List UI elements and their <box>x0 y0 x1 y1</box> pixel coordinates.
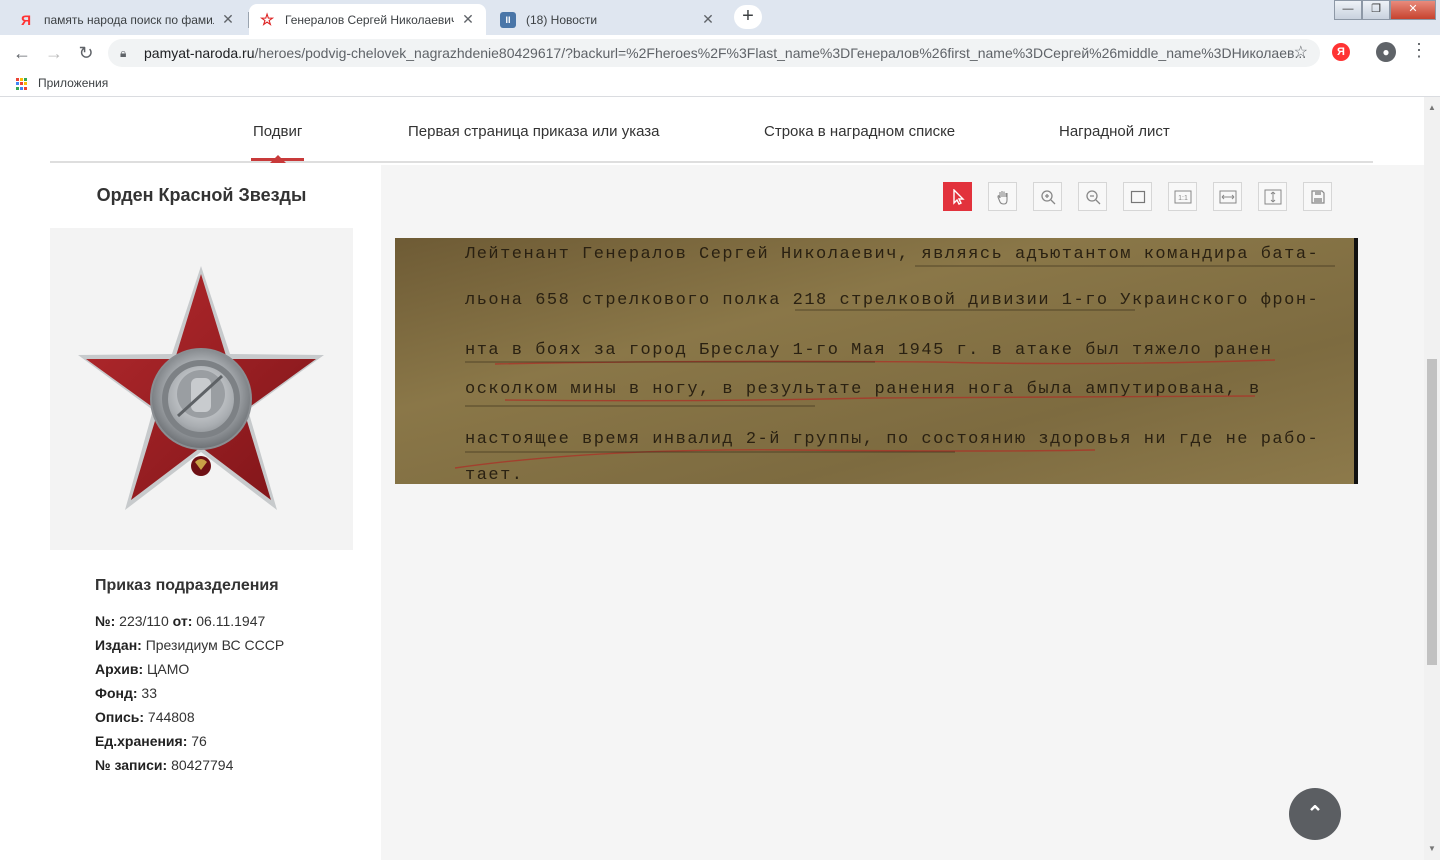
lock-icon: 🔒︎ <box>120 46 127 60</box>
profile-avatar-icon[interactable]: ● <box>1376 42 1396 62</box>
apps-grid-icon[interactable] <box>16 78 28 90</box>
tab-strip: Я память народа поиск по фамил ✕ ☆ Генер… <box>0 0 1440 35</box>
back-arrow-icon[interactable]: ← <box>10 41 34 65</box>
tab-podvig[interactable]: Подвиг <box>250 123 305 163</box>
archive-row: Архив: ЦАМО <box>95 657 284 681</box>
tab-title: (18) Новости <box>526 12 598 27</box>
page-content: Подвиг Первая страница приказа или указа… <box>0 97 1424 860</box>
reload-icon[interactable]: ↻ <box>74 41 98 65</box>
award-title: Орден Красной Звезды <box>96 185 307 205</box>
doc-line-2: льона 658 стрелкового полка 218 стрелков… <box>465 291 1319 310</box>
scrollbar-thumb[interactable] <box>1427 359 1437 665</box>
browser-tab-news[interactable]: II (18) Новости ✕ <box>490 4 726 35</box>
doc-line-6: тает. <box>465 466 524 484</box>
doc-line-5: настоящее время инвалид 2-й группы, по с… <box>465 430 1319 449</box>
issued-by-row: Издан: Президиум ВС СССР <box>95 633 284 657</box>
fond-value: 33 <box>141 685 157 701</box>
field-label: № записи: <box>95 757 168 773</box>
field-label: Издан: <box>95 637 142 653</box>
vk-favicon-icon: II <box>500 11 516 28</box>
url-path: /heroes/podvig-chelovek_nagrazhdenie8042… <box>254 45 1307 61</box>
field-label: Ед.хранения: <box>95 733 188 749</box>
star-favicon-icon: ☆ <box>259 11 275 29</box>
record-number-value: 80427794 <box>171 757 234 773</box>
yandex-favicon-icon: Я <box>20 11 32 28</box>
browser-tab-search[interactable]: Я память народа поиск по фамил ✕ <box>8 4 246 35</box>
hand-icon <box>996 190 1008 205</box>
doc-line-1: Лейтенант Генералов Сергей Николаевич, я… <box>464 245 1319 264</box>
address-bar[interactable]: 🔒︎ pamyat-naroda.ru/heroes/podvig-chelov… <box>108 39 1320 67</box>
save-icon <box>1310 189 1325 204</box>
apps-bookmark[interactable]: Приложения <box>38 76 108 90</box>
storage-unit-row: Ед.хранения: 76 <box>95 729 284 753</box>
fit-height-icon <box>1264 189 1281 204</box>
tab-award-list-row[interactable]: Строка в наградном списке <box>764 123 955 140</box>
inventory-row: Опись: 744808 <box>95 705 284 729</box>
browser-toolbar: ← → ↻ 🔒︎ pamyat-naroda.ru/heroes/podvig-… <box>0 35 1440 71</box>
fit-width-icon <box>1219 190 1236 203</box>
archive-value: ЦАМО <box>147 661 190 677</box>
field-label: от: <box>172 613 193 629</box>
actual-size-button[interactable]: 1:1 <box>1168 182 1197 211</box>
zoom-out-icon <box>1085 189 1100 204</box>
tab-title: Генералов Сергей Николаевич <box>285 12 454 27</box>
scroll-to-top-button[interactable]: ⌃ <box>1289 788 1341 840</box>
pointer-tool-button[interactable] <box>943 182 972 211</box>
browser-menu-icon[interactable]: ⋮ <box>1410 40 1428 61</box>
inventory-value: 744808 <box>147 709 195 725</box>
minimize-button[interactable]: — <box>1334 0 1362 20</box>
hand-tool-button[interactable] <box>988 182 1017 211</box>
section-tabs: Подвиг Первая страница приказа или указа… <box>50 97 1373 163</box>
close-tab-icon[interactable]: ✕ <box>220 11 236 28</box>
field-label: Фонд: <box>95 685 138 701</box>
scroll-up-arrow-icon[interactable]: ▲ <box>1428 103 1436 112</box>
close-tab-icon[interactable]: ✕ <box>460 11 476 28</box>
field-label: №: <box>95 613 116 629</box>
issued-by-value: Президиум ВС СССР <box>145 637 285 653</box>
fond-row: Фонд: 33 <box>95 681 284 705</box>
svg-text:1:1: 1:1 <box>1178 195 1188 202</box>
field-label: Опись: <box>95 709 145 725</box>
order-number-row: №: 223/110 от: 06.11.1947 <box>95 609 284 633</box>
maximize-button[interactable]: ❐ <box>1362 0 1390 20</box>
forward-arrow-icon[interactable]: → <box>42 41 66 65</box>
bookmark-star-icon[interactable]: ☆ <box>1294 39 1308 67</box>
bookmarks-bar: Приложения <box>0 71 1440 97</box>
actual-size-icon: 1:1 <box>1174 190 1191 203</box>
new-tab-button[interactable]: + <box>734 5 762 29</box>
page-scrollbar[interactable]: ▲ ▼ <box>1424 97 1440 860</box>
storage-unit-value: 76 <box>191 733 207 749</box>
close-tab-icon[interactable]: ✕ <box>700 11 716 28</box>
pointer-icon <box>952 188 965 205</box>
order-number: 223/110 <box>119 613 169 629</box>
field-label: Архив: <box>95 661 144 677</box>
close-window-button[interactable]: ✕ <box>1390 0 1436 20</box>
save-button[interactable] <box>1303 182 1332 211</box>
medal-image <box>50 228 353 550</box>
zoom-in-icon <box>1040 189 1055 204</box>
zoom-in-button[interactable] <box>1033 182 1062 211</box>
red-star-order-icon <box>78 266 324 510</box>
tab-award-sheet[interactable]: Наградной лист <box>1059 123 1170 140</box>
url-host: pamyat-naroda.ru <box>144 45 255 61</box>
browser-tab-hero[interactable]: ☆ Генералов Сергей Николаевич ✕ <box>249 4 486 35</box>
document-viewer: 1:1 Лейтенант Генералов Сергей Николаеви… <box>381 165 1424 860</box>
fit-page-icon <box>1130 190 1145 203</box>
order-details: №: 223/110 от: 06.11.1947 Издан: Президи… <box>95 609 284 777</box>
yandex-extension-icon[interactable]: Я <box>1332 43 1350 61</box>
tab-order-first-page[interactable]: Первая страница приказа или указа <box>408 123 659 140</box>
scroll-down-arrow-icon[interactable]: ▼ <box>1428 844 1436 853</box>
fit-height-button[interactable] <box>1258 182 1287 211</box>
order-heading: Приказ подразделения <box>95 577 279 594</box>
fit-width-button[interactable] <box>1213 182 1242 211</box>
award-document-scan[interactable]: Лейтенант Генералов Сергей Николаевич, я… <box>395 238 1358 484</box>
record-number-row: № записи: 80427794 <box>95 753 284 777</box>
fit-page-button[interactable] <box>1123 182 1152 211</box>
tab-title: память народа поиск по фамил <box>44 12 214 27</box>
award-sidebar: Орден Красной Звезды Приказ подразделени… <box>50 165 381 860</box>
document-scan-image: Лейтенант Генералов Сергей Николаевич, я… <box>395 238 1358 484</box>
zoom-out-button[interactable] <box>1078 182 1107 211</box>
doc-line-3: нта в боях за город Бреслау 1-го Мая 194… <box>465 341 1272 360</box>
order-date: 06.11.1947 <box>196 613 266 629</box>
